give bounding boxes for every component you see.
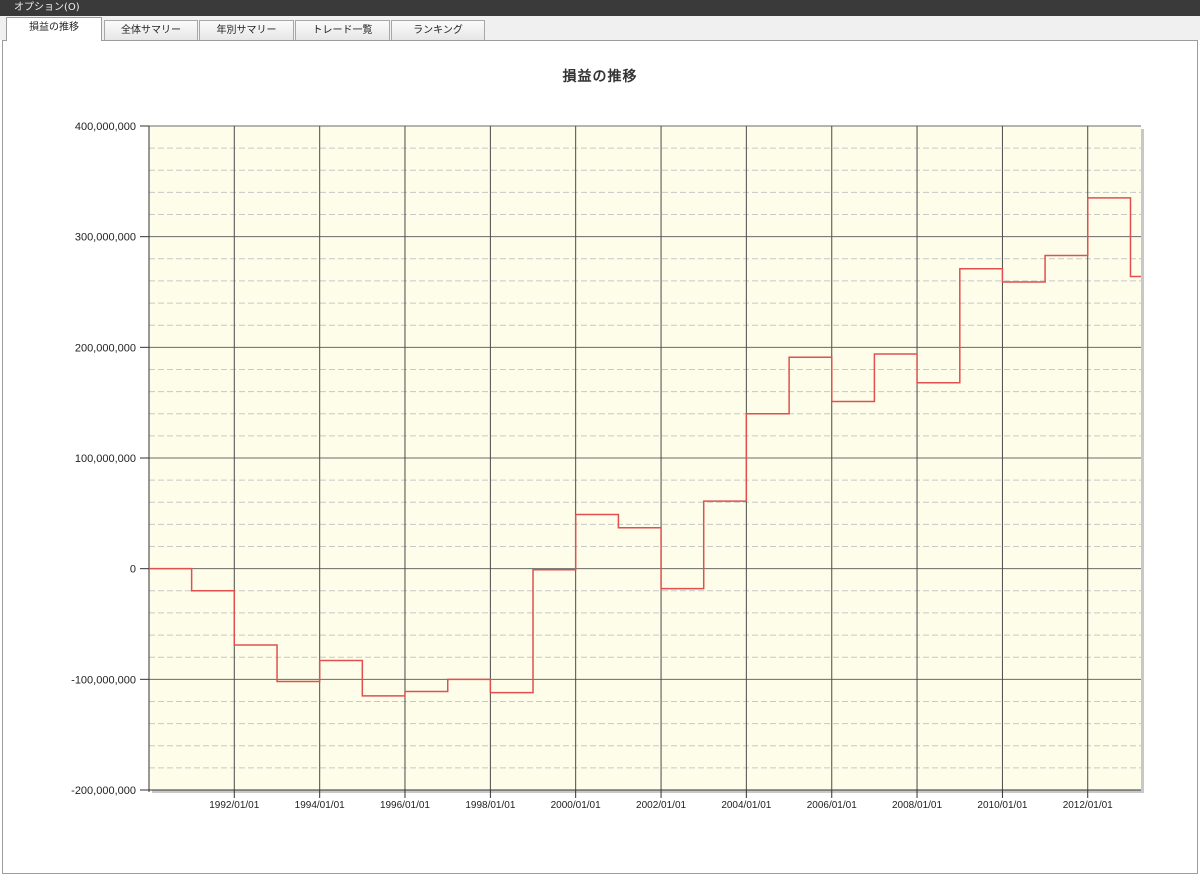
tab-profit-trend[interactable]: 損益の推移 [6,17,102,41]
y-tick-label: 100,000,000 [75,453,136,465]
y-tick-label: 400,000,000 [75,121,136,133]
y-tick-label: 300,000,000 [75,232,136,244]
x-tick-label: 1996/01/01 [380,800,430,811]
x-tick-label: 2010/01/01 [977,800,1027,811]
y-tick-label: -200,000,000 [71,785,136,797]
x-tick-label: 2002/01/01 [636,800,686,811]
y-tick-label: 200,000,000 [75,342,136,354]
y-tick-label: -100,000,000 [71,674,136,686]
x-tick-label: 2008/01/01 [892,800,942,811]
y-tick-label: 0 [130,564,136,576]
profit-chart: 400,000,000 300,000,000 200,000,000 100,000… [71,121,1144,811]
x-tick-label: 2006/01/01 [807,800,857,811]
x-tick-label: 1992/01/01 [209,800,259,811]
x-tick-label: 2004/01/01 [721,800,771,811]
x-tick-label: 1998/01/01 [465,800,515,811]
x-tick-label: 1994/01/01 [295,800,345,811]
x-tick-label: 2000/01/01 [551,800,601,811]
x-tick-label: 2012/01/01 [1063,800,1113,811]
